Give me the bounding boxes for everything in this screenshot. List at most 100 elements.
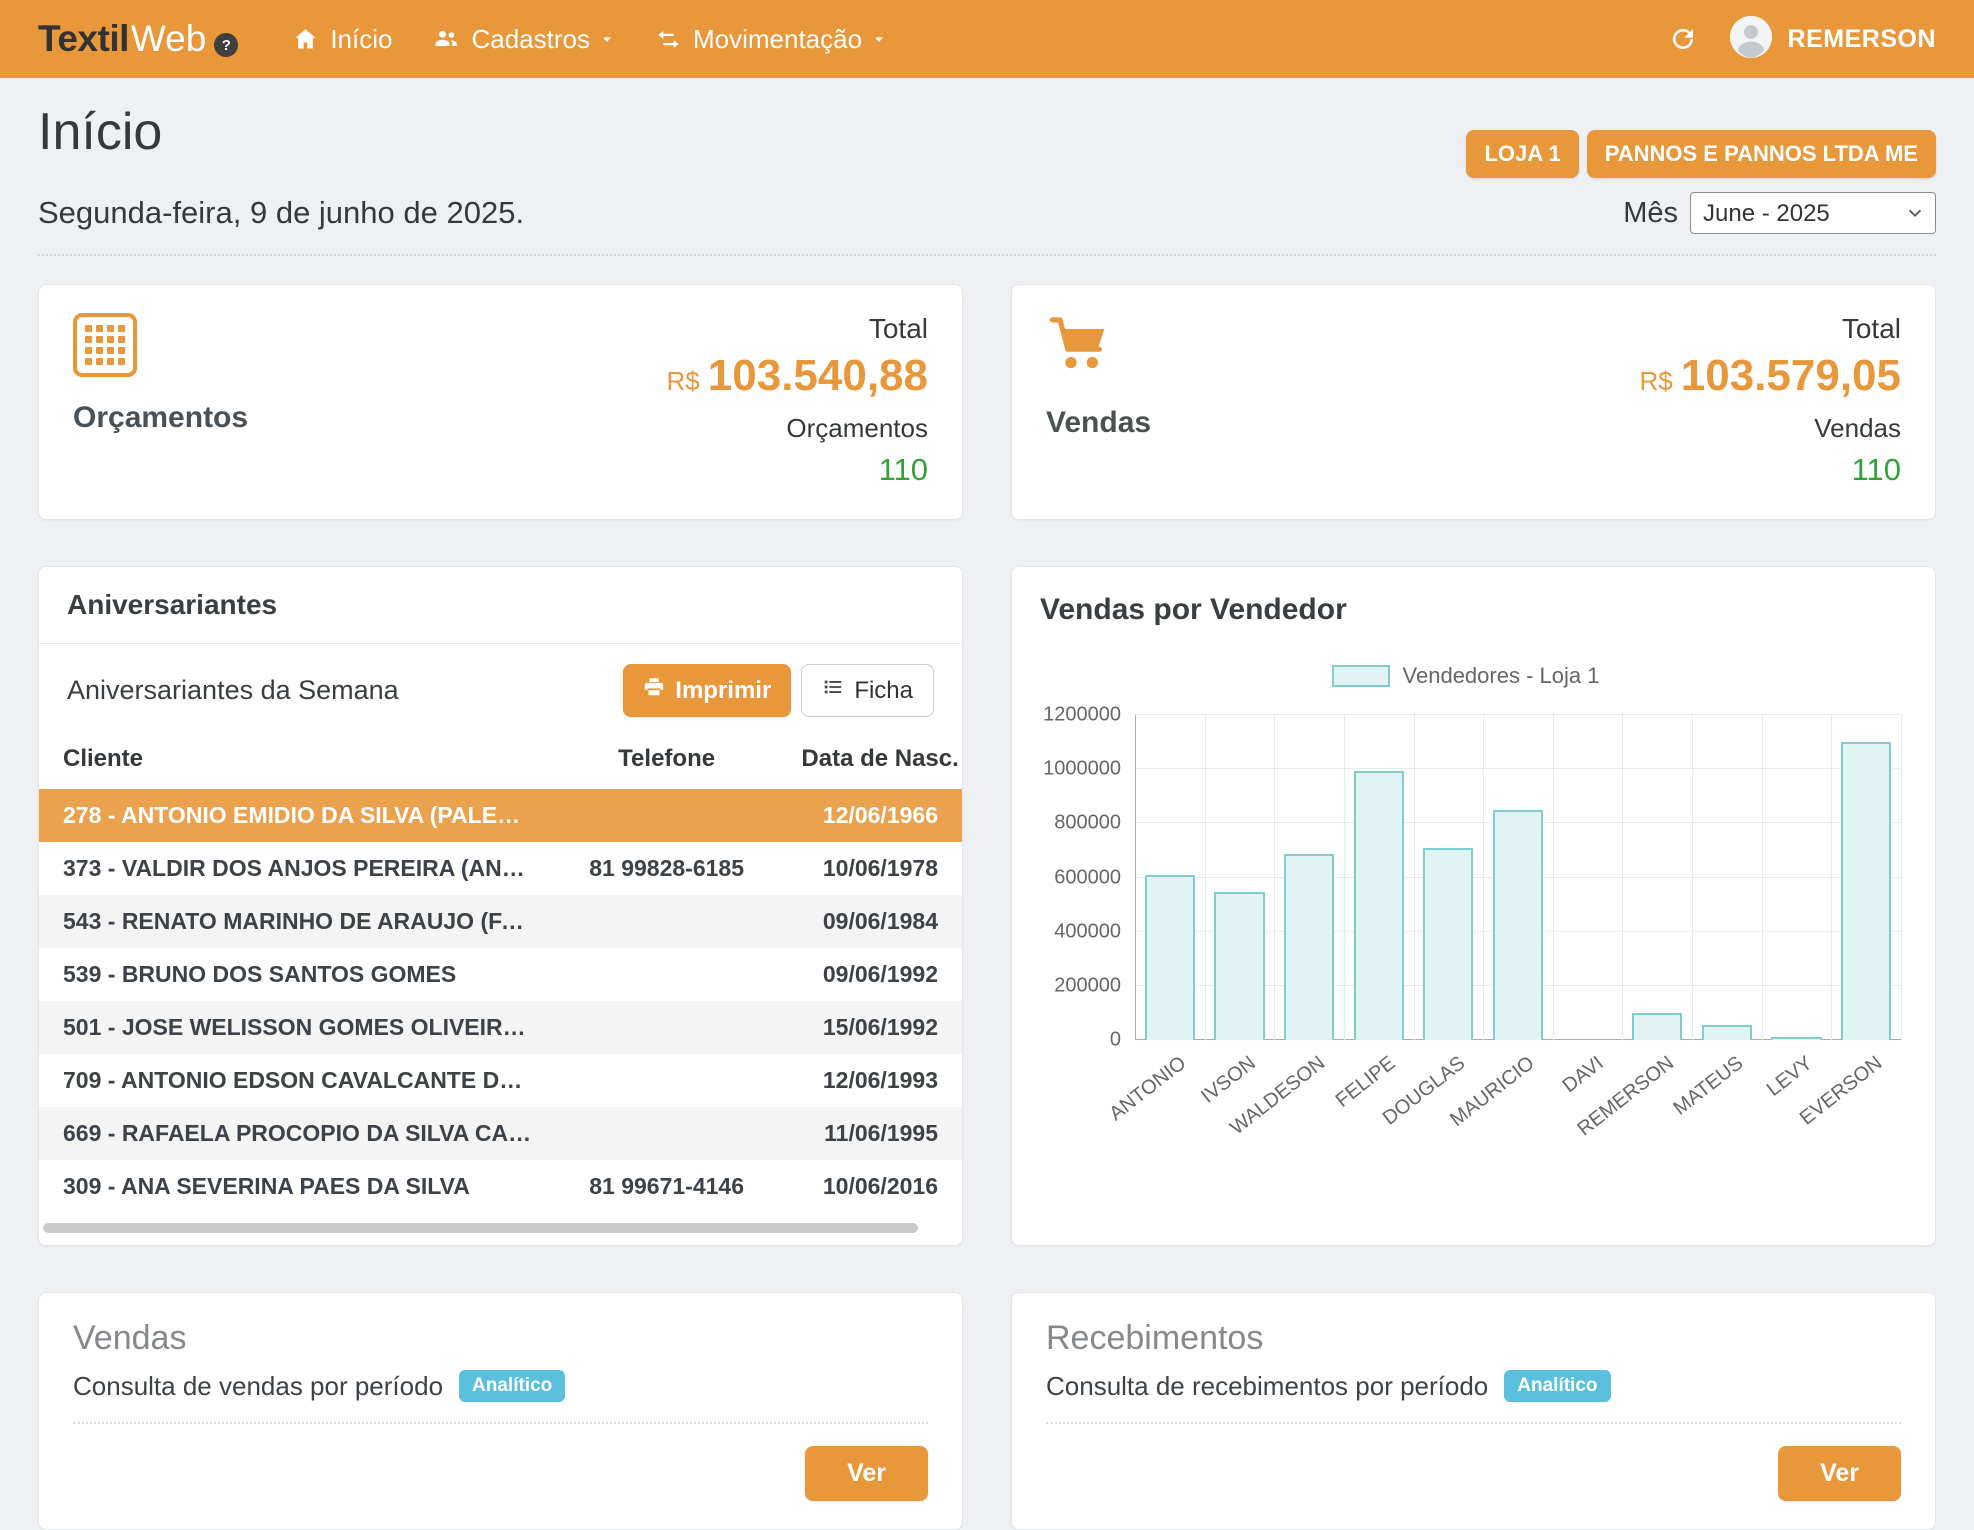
- store-buttons: LOJA 1 PANNOS E PANNOS LTDA ME: [1466, 130, 1936, 178]
- receipts-ver-button[interactable]: Ver: [1778, 1446, 1901, 1501]
- bar-ivson[interactable]: [1214, 892, 1264, 1040]
- bar-mauricio[interactable]: [1493, 810, 1543, 1040]
- caret-down-icon: [871, 31, 887, 47]
- birthday-row[interactable]: 278 - ANTONIO EMIDIO DA SILVA (PALESTI… 1…: [39, 789, 962, 842]
- cell-nascimento: 11/06/1995: [777, 1107, 962, 1160]
- birthday-row[interactable]: 309 - ANA SEVERINA PAES DA SILVA81 99671…: [39, 1160, 962, 1213]
- cell-cliente: 501 - JOSE WELISSON GOMES OLIVEIRA (E…: [39, 1001, 556, 1054]
- gridline: [1622, 715, 1623, 1040]
- y-tick-label: 200000: [1054, 974, 1121, 997]
- printer-icon: [643, 676, 665, 705]
- sales-card-title: Vendas: [1046, 406, 1151, 440]
- analitico-badge: Analítico: [1504, 1370, 1610, 1402]
- cell-telefone: 81 99671-4146: [556, 1160, 778, 1213]
- bar-antonio[interactable]: [1145, 875, 1195, 1040]
- budgets-card: Orçamentos Total R$103.540,88 Orçamentos…: [38, 284, 963, 520]
- gridline: [1135, 768, 1901, 769]
- users-icon: [432, 25, 460, 53]
- horizontal-scrollbar[interactable]: [43, 1223, 954, 1233]
- birthday-row[interactable]: 501 - JOSE WELISSON GOMES OLIVEIRA (E… 15…: [39, 1001, 962, 1054]
- y-tick-label: 400000: [1054, 920, 1121, 943]
- navbar: Textil Web ? Início Cadastros: [0, 0, 1974, 78]
- nav-item-cadastros-label: Cadastros: [471, 24, 590, 55]
- cell-telefone: [556, 789, 778, 842]
- cell-cliente: 709 - ANTONIO EDSON CAVALCANTE DANTAS: [39, 1054, 556, 1107]
- nav-item-movimentacao[interactable]: Movimentação: [655, 24, 887, 55]
- birthdays-subtitle: Aniversariantes da Semana: [67, 675, 399, 706]
- cell-cliente: 543 - RENATO MARINHO DE ARAUJO (FAZE…: [39, 895, 556, 948]
- user-avatar-icon: [1728, 14, 1774, 65]
- bar-remerson[interactable]: [1632, 1013, 1682, 1040]
- company-button[interactable]: PANNOS E PANNOS LTDA ME: [1587, 130, 1936, 178]
- bar-felipe[interactable]: [1354, 771, 1404, 1040]
- gridline: [1762, 715, 1763, 1040]
- bar-mateus[interactable]: [1702, 1025, 1752, 1040]
- sales-count-label: Vendas: [1640, 413, 1901, 444]
- chart-legend[interactable]: Vendedores - Loja 1: [1030, 663, 1901, 689]
- receipts-report-subtitle: Consulta de recebimentos por período: [1046, 1371, 1488, 1402]
- sales-report-subtitle: Consulta de vendas por período: [73, 1371, 443, 1402]
- month-label: Mês: [1623, 197, 1678, 230]
- main-content: Início LOJA 1 PANNOS E PANNOS LTDA ME Se…: [0, 78, 1974, 1530]
- store-button[interactable]: LOJA 1: [1466, 130, 1578, 178]
- cell-telefone: [556, 1054, 778, 1107]
- budgets-count-label: Orçamentos: [667, 413, 928, 444]
- sales-ver-button[interactable]: Ver: [805, 1446, 928, 1501]
- gridline: [1135, 715, 1136, 1040]
- cell-nascimento: 10/06/1978: [777, 842, 962, 895]
- birthday-row[interactable]: 373 - VALDIR DOS ANJOS PEREIRA (ANGELA)8…: [39, 842, 962, 895]
- sales-amount: 103.579,05: [1681, 351, 1901, 400]
- scrollbar-thumb[interactable]: [43, 1223, 918, 1233]
- sales-report-title: Vendas: [73, 1319, 928, 1358]
- bar-waldeson[interactable]: [1284, 854, 1334, 1040]
- user-menu[interactable]: REMERSON: [1728, 14, 1936, 65]
- x-tick-label: LEVY: [1763, 1052, 1817, 1102]
- column-header-cliente: Cliente: [39, 737, 556, 789]
- x-tick-label: ANTONIO: [1105, 1052, 1191, 1126]
- gridline: [1901, 715, 1902, 1040]
- month-picker: Mês June - 2025: [1623, 192, 1936, 234]
- birthday-row[interactable]: 669 - RAFAELA PROCOPIO DA SILVA CARVA…11…: [39, 1107, 962, 1160]
- bar-douglas[interactable]: [1423, 848, 1473, 1040]
- print-button[interactable]: Imprimir: [623, 664, 791, 717]
- month-select[interactable]: June - 2025: [1690, 192, 1936, 234]
- birthday-row[interactable]: 709 - ANTONIO EDSON CAVALCANTE DANTAS12/…: [39, 1054, 962, 1107]
- nav-item-inicio[interactable]: Início: [292, 24, 392, 55]
- gridline: [1831, 715, 1832, 1040]
- birthday-table-body: 278 - ANTONIO EMIDIO DA SILVA (PALESTI… 1…: [39, 789, 962, 1213]
- calculator-icon: [73, 313, 137, 377]
- cell-cliente: 278 - ANTONIO EMIDIO DA SILVA (PALESTI…: [39, 789, 556, 842]
- exchange-icon: [655, 26, 682, 53]
- nav-item-movimentacao-label: Movimentação: [693, 24, 862, 55]
- cell-nascimento: 12/06/1966: [777, 789, 962, 842]
- current-date-label: Segunda-feira, 9 de junho de 2025.: [38, 195, 524, 231]
- ficha-button-label: Ficha: [854, 677, 913, 705]
- sales-currency: R$: [1640, 366, 1673, 396]
- refresh-button[interactable]: [1668, 24, 1698, 54]
- receipts-report-card: Recebimentos Consulta de recebimentos po…: [1011, 1292, 1936, 1530]
- cell-telefone: [556, 1107, 778, 1160]
- gridline: [1692, 715, 1693, 1040]
- gridline: [1483, 715, 1484, 1040]
- column-header-nascimento: Data de Nasc.: [777, 737, 962, 789]
- budgets-total-label: Total: [667, 313, 928, 345]
- bar-everson[interactable]: [1841, 742, 1891, 1040]
- brand-web: Web: [131, 18, 206, 60]
- y-tick-label: 1000000: [1043, 758, 1121, 781]
- chart-title: Vendas por Vendedor: [1012, 567, 1935, 633]
- cell-nascimento: 15/06/1992: [777, 1001, 962, 1054]
- sales-chart-panel: Vendas por Vendedor Vendedores - Loja 1 …: [1011, 566, 1936, 1246]
- nav-item-cadastros[interactable]: Cadastros: [432, 24, 615, 55]
- budgets-amount: 103.540,88: [708, 351, 928, 400]
- gridline: [1274, 715, 1275, 1040]
- home-icon: [292, 26, 319, 53]
- x-tick-label: IVSON: [1197, 1052, 1260, 1108]
- brand-textil: Textil: [38, 18, 129, 60]
- birthday-row[interactable]: 539 - BRUNO DOS SANTOS GOMES09/06/1992: [39, 948, 962, 1001]
- ficha-button[interactable]: Ficha: [801, 664, 934, 717]
- brand-logo[interactable]: Textil Web ?: [38, 18, 238, 60]
- birthday-row[interactable]: 543 - RENATO MARINHO DE ARAUJO (FAZE…09/…: [39, 895, 962, 948]
- sales-total-label: Total: [1640, 313, 1901, 345]
- help-icon[interactable]: ?: [214, 33, 238, 57]
- x-tick-label: DAVI: [1559, 1052, 1609, 1098]
